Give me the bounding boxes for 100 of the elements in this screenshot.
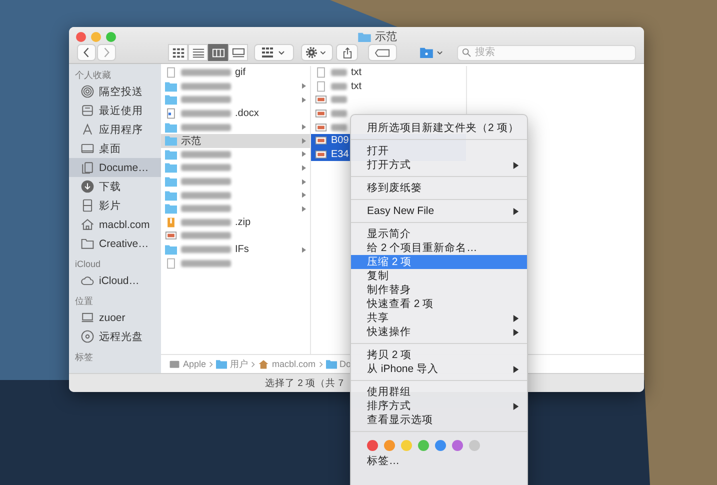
signal-waves-icon: [81, 85, 94, 98]
path-item[interactable]: Apple: [169, 359, 206, 369]
menu-item[interactable]: 制作替身: [351, 283, 527, 297]
file-row[interactable]: gif: [161, 66, 310, 80]
tag-color-dot[interactable]: [367, 440, 378, 451]
disclosure-arrow-icon: [302, 83, 306, 90]
menu-item[interactable]: Easy New File: [351, 204, 527, 218]
folder-icon: [165, 135, 177, 146]
tag-button[interactable]: [368, 44, 397, 61]
zoom-button[interactable]: [106, 32, 116, 42]
archive-icon: [165, 216, 177, 228]
view-mode-button[interactable]: [208, 44, 228, 61]
menu-item[interactable]: 移到废纸篓: [351, 181, 527, 195]
menu-item[interactable]: 显示简介: [351, 227, 527, 241]
list-icon: [192, 48, 204, 58]
image-file-icon: [315, 94, 327, 106]
disclosure-arrow-icon: [302, 206, 306, 212]
settings-button[interactable]: [301, 44, 333, 61]
sidebar-item[interactable]: 影片: [69, 196, 161, 215]
file-icon: [165, 258, 177, 269]
sidebar-item[interactable]: Creative…: [69, 234, 161, 253]
sidebar-item[interactable]: 远程光盘: [69, 327, 161, 346]
file-row[interactable]: txt: [311, 66, 362, 80]
sidebar-item[interactable]: 隔空投送: [69, 82, 161, 101]
file-row[interactable]: IFs: [161, 242, 310, 256]
share-button[interactable]: [336, 44, 358, 61]
apps-icon: [81, 123, 94, 136]
status-text: 选择了 2 项（共 7: [265, 376, 344, 390]
folder-icon: [81, 237, 94, 250]
disc-icon: [81, 330, 94, 343]
sidebar-item[interactable]: macbl.com: [69, 215, 161, 234]
disclosure-arrow-icon: [302, 151, 306, 158]
folder-icon: [165, 203, 177, 214]
search-field[interactable]: 搜索: [457, 44, 636, 60]
close-button[interactable]: [76, 32, 86, 42]
group-button[interactable]: [254, 44, 294, 61]
document-icon: [81, 161, 94, 174]
menu-item[interactable]: 标签…: [351, 454, 527, 468]
menu-item[interactable]: 复制: [351, 269, 527, 283]
menu-item[interactable]: 排序方式: [351, 399, 527, 413]
cloud-icon: [81, 274, 94, 287]
tag-color-dot[interactable]: [452, 440, 463, 451]
tag-color-dot[interactable]: [435, 440, 446, 451]
file-icon: [315, 80, 327, 92]
columns-icon: [212, 48, 224, 58]
grid-dropdown-icon: [262, 47, 286, 58]
chevron-icon: [251, 360, 256, 368]
menu-item[interactable]: 压缩 2 项: [351, 255, 527, 269]
file-row[interactable]: .zip: [161, 216, 310, 230]
tag-color-dot[interactable]: [384, 440, 395, 451]
menu-item[interactable]: 拷贝 2 项: [351, 348, 527, 362]
file-row[interactable]: .docx: [161, 106, 310, 120]
disclosure-arrow-icon: [302, 164, 306, 171]
menu-item[interactable]: 打开: [351, 144, 527, 158]
house-icon: [81, 218, 94, 231]
disclosure-arrow-icon: [302, 124, 306, 130]
file-row[interactable]: 示范: [161, 134, 310, 148]
sidebar-item[interactable]: 应用程序: [69, 120, 161, 139]
disclosure-arrow-icon: [302, 178, 306, 185]
sidebar-item[interactable]: zuoer: [69, 308, 161, 327]
path-item[interactable]: macbl.com: [258, 359, 316, 369]
disclosure-arrow-icon: [302, 96, 306, 103]
file-icon: [165, 67, 177, 78]
sidebar-section-title: 个人收藏: [74, 69, 112, 82]
menu-item[interactable]: 使用群组: [351, 385, 527, 399]
tag-color-dot[interactable]: [418, 440, 429, 451]
menu-item[interactable]: 从 iPhone 导入: [351, 362, 527, 376]
download-icon: [81, 180, 94, 193]
image-file-icon: [315, 148, 327, 160]
sidebar-item[interactable]: Docume…: [69, 158, 161, 177]
back-icon: [83, 47, 90, 58]
drive-icon: [169, 359, 180, 369]
menu-item[interactable]: 查看显示选项: [351, 413, 527, 427]
menu-item[interactable]: 共享: [351, 311, 527, 325]
search-icon: [462, 48, 471, 57]
sidebar-section-title: 标签: [74, 351, 94, 364]
tag-color-dot[interactable]: [469, 440, 480, 451]
back-button[interactable]: [77, 44, 96, 61]
stacked-tray-icon: [81, 104, 94, 117]
menu-item[interactable]: 打开方式: [351, 158, 527, 172]
folder-icon: [165, 244, 177, 256]
share-icon: [342, 46, 352, 58]
file-icon: [315, 67, 327, 78]
disclosure-arrow-icon: [302, 246, 306, 253]
sidebar-item[interactable]: 下载: [69, 177, 161, 196]
menu-item[interactable]: 快速查看 2 项: [351, 297, 527, 311]
sidebar-item[interactable]: 最近使用: [69, 101, 161, 120]
menu-item[interactable]: 快速操作: [351, 325, 527, 339]
minimize-button[interactable]: [91, 32, 101, 42]
folder-icon: [216, 359, 228, 369]
sidebar-item[interactable]: iCloud…: [69, 271, 161, 290]
file-row[interactable]: txt: [311, 80, 362, 94]
image-file-icon: [315, 108, 327, 120]
chevron-icon: [209, 360, 214, 368]
menu-item[interactable]: 给 2 个项目重新命名…: [351, 241, 527, 255]
tag-color-dot[interactable]: [401, 440, 412, 451]
menu-item[interactable]: 用所选项目新建文件夹（2 项）: [351, 121, 527, 135]
path-item[interactable]: 用户: [216, 358, 248, 370]
sidebar-section-title: 位置: [74, 295, 94, 308]
sidebar-item[interactable]: 桌面: [69, 139, 161, 158]
